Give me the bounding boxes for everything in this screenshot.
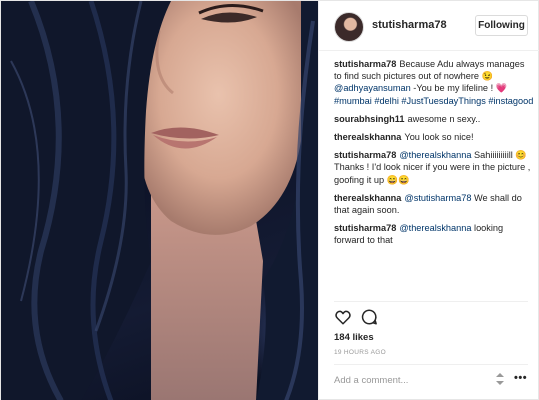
comment-bubble-icon[interactable]	[360, 308, 378, 326]
comment-username[interactable]: stutisharma78	[334, 59, 396, 69]
add-comment-input[interactable]: Add a comment...	[334, 375, 408, 386]
following-button[interactable]: Following	[475, 15, 528, 36]
mention-or-hashtag-link[interactable]: @stutisharma78	[404, 193, 471, 203]
likes-count[interactable]: 184 likes	[334, 332, 374, 343]
scroll-arrows-icon[interactable]	[495, 373, 505, 385]
comment-item: stutisharma78 @therealskhanna Sahiiiiiiii…	[334, 149, 534, 186]
more-options-icon[interactable]: •••	[514, 372, 527, 384]
comment-username[interactable]: therealskhanna	[334, 132, 401, 142]
post-photo[interactable]	[1, 1, 318, 400]
comments-list: stutisharma78 Because Adu always manages …	[334, 58, 534, 253]
divider	[334, 301, 528, 302]
avatar[interactable]	[334, 12, 364, 42]
comment-item: stutisharma78 Because Adu always manages …	[334, 58, 534, 107]
mention-or-hashtag-link[interactable]: @adhyayansuman	[334, 83, 411, 93]
comment-item: sourabhsingh11 awesome n sexy..	[334, 113, 534, 125]
comment-text: You look so nice!	[404, 132, 474, 143]
mention-or-hashtag-link[interactable]: @therealskhanna	[399, 223, 471, 233]
post-timestamp: 19 HOURS AGO	[334, 349, 387, 356]
comment-username[interactable]: stutisharma78	[334, 223, 396, 233]
heart-icon[interactable]	[334, 308, 352, 326]
comment-text: -You be my lifeline ! 💗	[410, 83, 508, 94]
comment-username[interactable]: stutisharma78	[334, 150, 396, 160]
instagram-post: stutisharma78 Following stutisharma78 Bec…	[0, 0, 539, 400]
post-author-username[interactable]: stutisharma78	[372, 19, 447, 31]
post-header: stutisharma78 Following	[319, 1, 539, 51]
comment-item: therealskhanna You look so nice!	[334, 131, 534, 143]
post-photo-artwork	[1, 1, 318, 400]
comment-item: stutisharma78 @therealskhanna looking for…	[334, 222, 534, 246]
comment-username[interactable]: sourabhsingh11	[334, 114, 404, 124]
comment-item: therealskhanna @stutisharma78 We shall do…	[334, 192, 534, 216]
mention-or-hashtag-link[interactable]: #mumbai #delhi #JustTuesdayThings #insta…	[334, 96, 533, 106]
comment-username[interactable]: therealskhanna	[334, 193, 401, 203]
comment-text: awesome n sexy..	[407, 113, 481, 124]
post-sidebar: stutisharma78 Following stutisharma78 Bec…	[318, 1, 539, 400]
mention-or-hashtag-link[interactable]: @therealskhanna	[399, 150, 471, 160]
action-bar	[334, 308, 394, 328]
divider	[334, 364, 528, 365]
